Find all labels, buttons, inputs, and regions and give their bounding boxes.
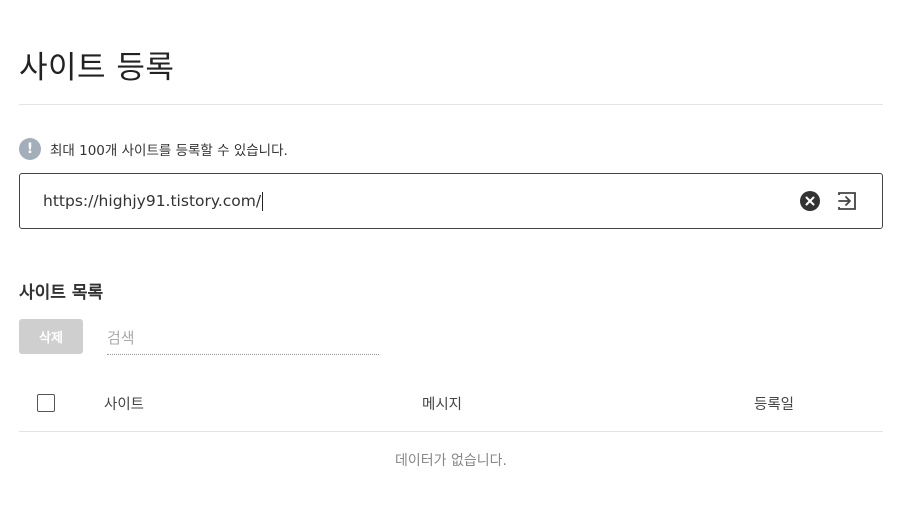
empty-table-message: 데이터가 없습니다. — [395, 453, 507, 469]
search-input[interactable] — [107, 322, 379, 355]
title-divider — [19, 104, 883, 105]
delete-button[interactable]: 삭제 — [19, 319, 83, 354]
site-registration-page: 사이트 등록 ! 최대 100개 사이트를 등록할 수 있습니다. https:… — [0, 0, 909, 513]
notice: ! 최대 100개 사이트를 등록할 수 있습니다. — [19, 138, 288, 160]
column-header-site: 사이트 — [104, 397, 145, 413]
close-circle-icon[interactable] — [800, 191, 820, 211]
notice-text: 최대 100개 사이트를 등록할 수 있습니다. — [50, 143, 288, 159]
page-title: 사이트 등록 — [19, 50, 175, 86]
url-input-box[interactable]: https://highjy91.tistory.com/ — [19, 173, 883, 229]
url-input-value[interactable]: https://highjy91.tistory.com/ — [43, 192, 261, 210]
site-list-title: 사이트 목록 — [19, 283, 104, 303]
info-icon: ! — [19, 138, 41, 160]
table-header: 사이트 메시지 등록일 — [19, 380, 883, 432]
enter-icon[interactable] — [836, 190, 858, 212]
column-header-date: 등록일 — [754, 397, 795, 413]
column-header-message: 메시지 — [422, 397, 463, 413]
text-caret — [262, 191, 264, 211]
url-input[interactable]: https://highjy91.tistory.com/ — [43, 191, 800, 211]
select-all-checkbox[interactable] — [37, 394, 55, 412]
